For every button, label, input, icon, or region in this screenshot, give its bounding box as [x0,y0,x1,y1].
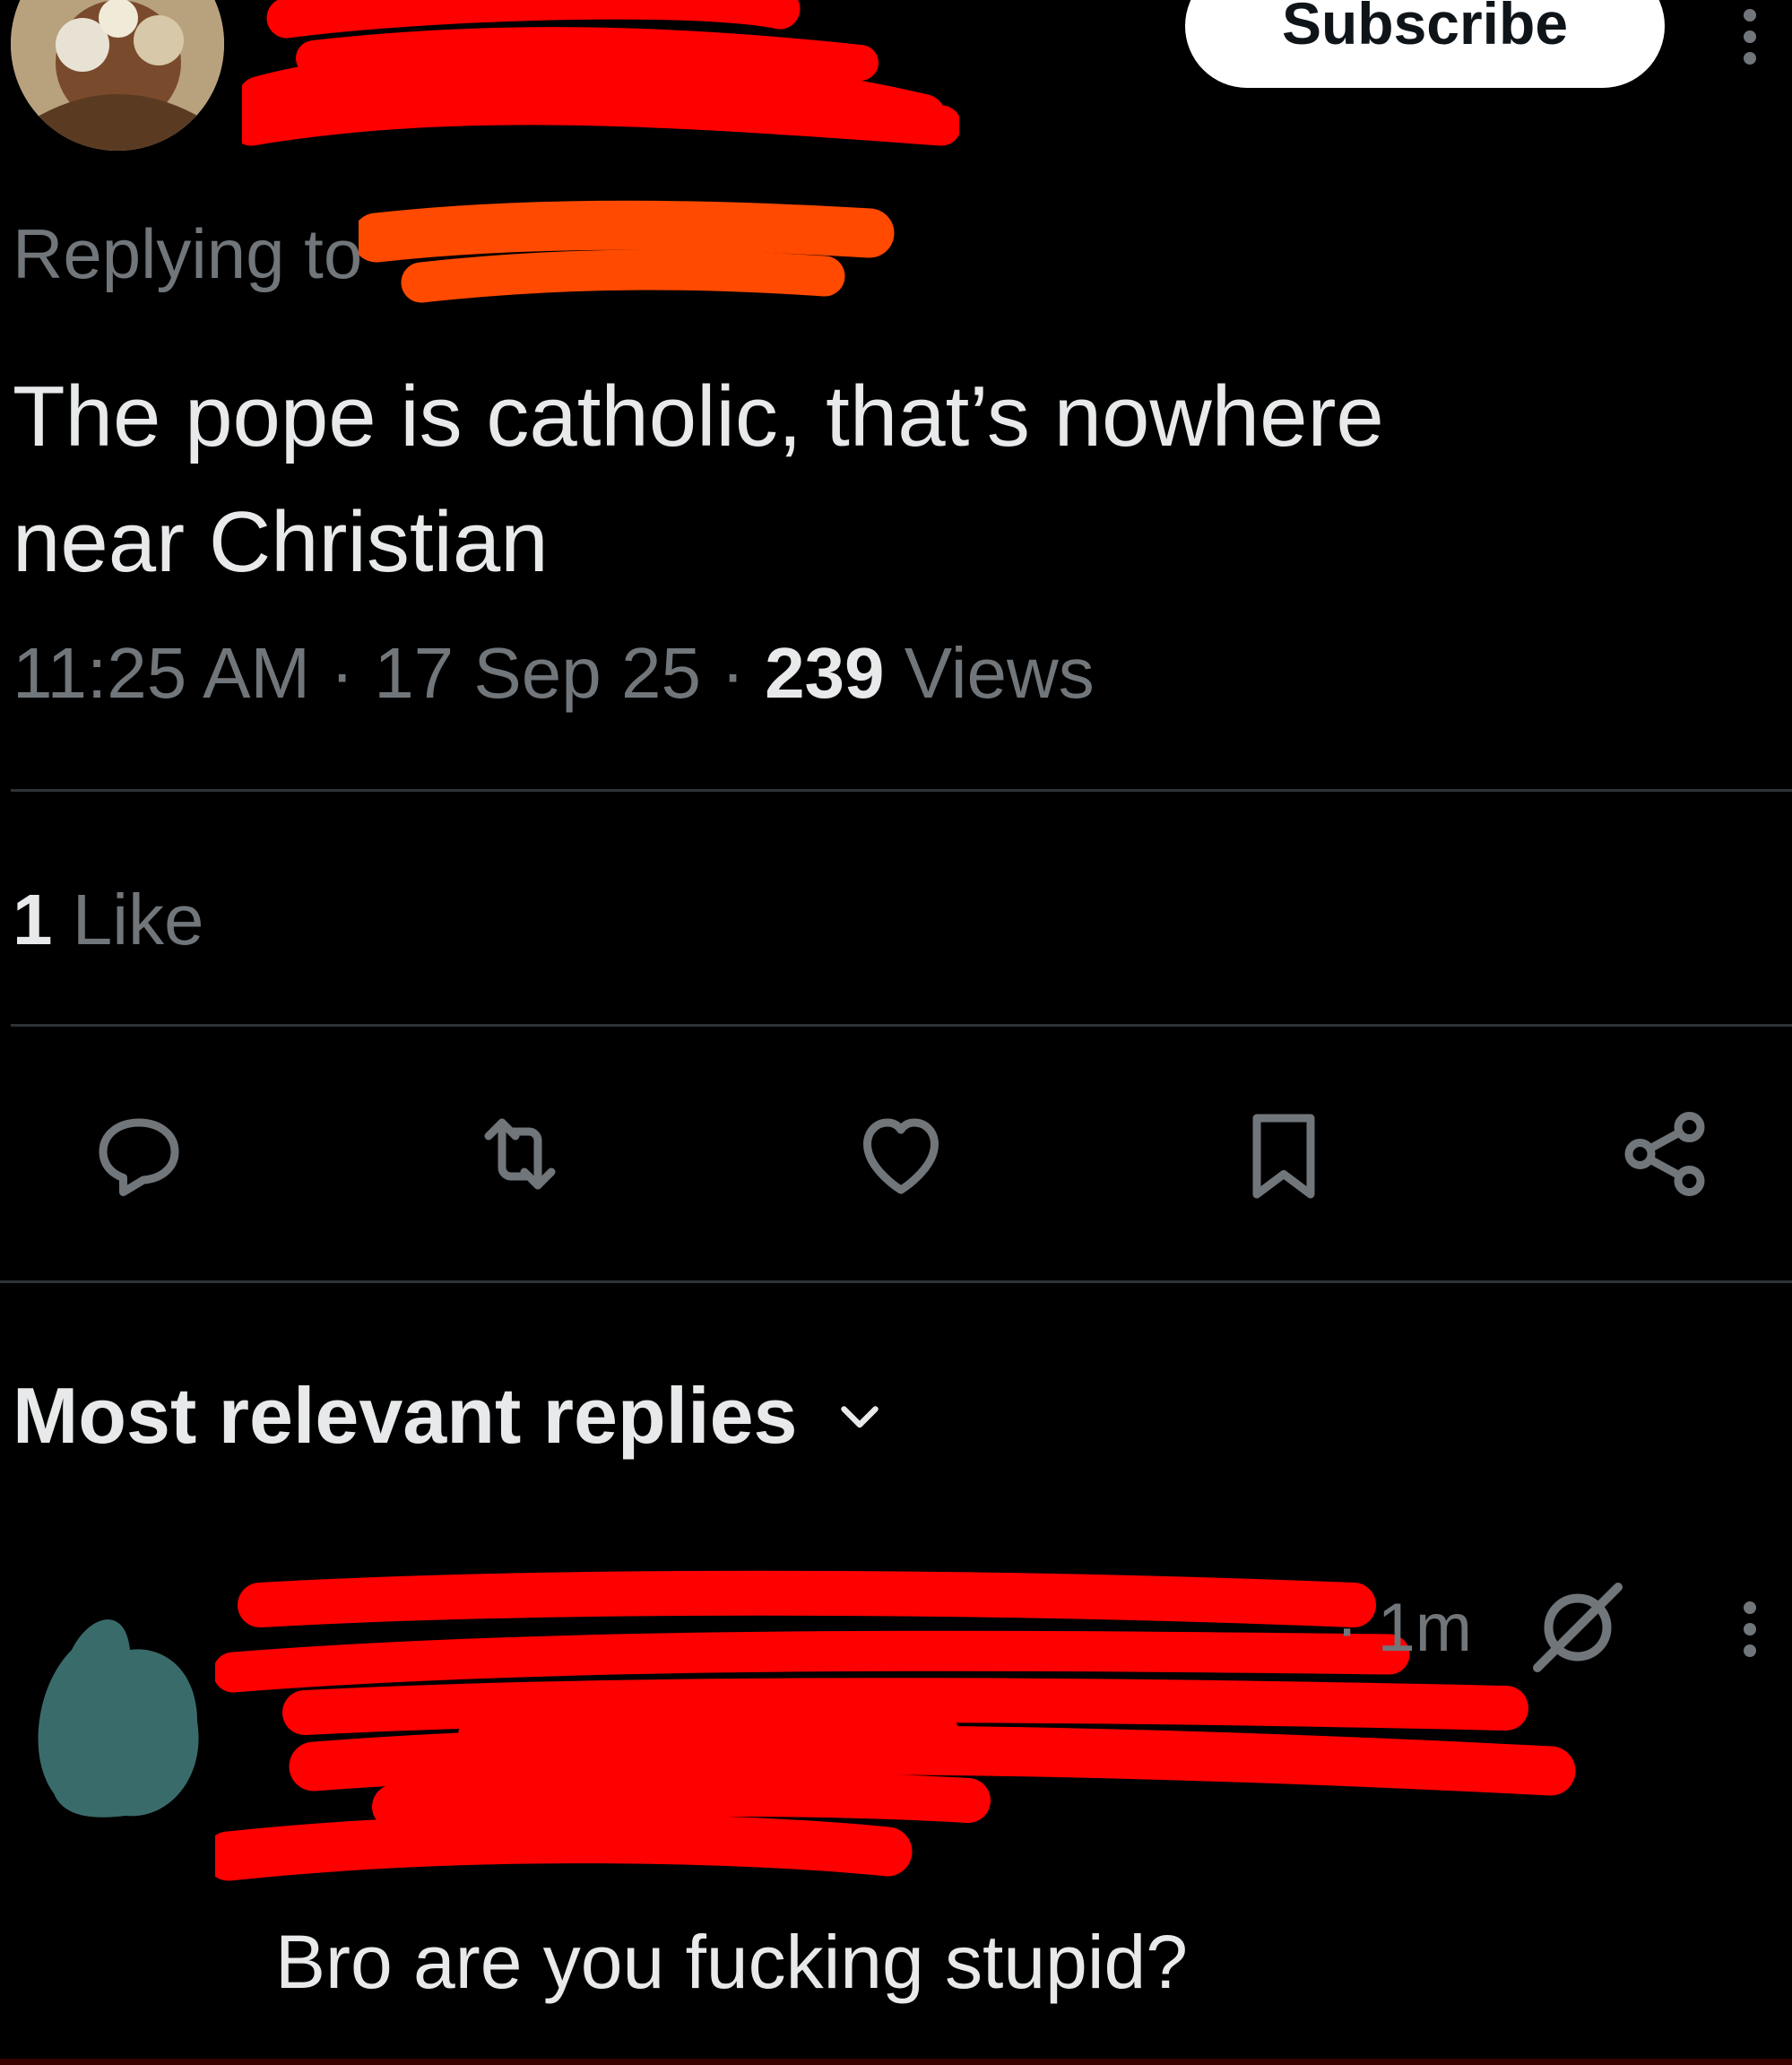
reply-text: Bro are you fucking stupid? [275,1920,1188,2004]
tweet-text-line2: near Christian [13,494,549,590]
tweet-text-line1: The pope is catholic, that’s nowhere [13,369,1384,464]
replying-to-label: Replying to [13,213,362,295]
replies-section-title: Most relevant replies [13,1371,798,1460]
more-options-icon[interactable] [1736,9,1763,65]
share-icon[interactable] [1606,1096,1723,1212]
divider [0,1280,1792,1283]
tweet-meta: 11:25 AM · 17 Sep 25 · 239 Views [13,633,1095,713]
heart-icon[interactable] [843,1096,959,1212]
reply-timestamp: · 1m [1336,1590,1473,1666]
reply-time: 1m [1377,1590,1473,1666]
bottom-edge [0,2059,1792,2065]
bookmark-icon[interactable] [1225,1096,1342,1212]
redacted-reply-handle [359,200,895,303]
redacted-author-name [242,0,959,146]
replying-to-prefix: Replying to [13,214,363,293]
replies-sort-selector[interactable]: Most relevant replies [13,1370,887,1462]
grok-icon[interactable] [1524,1574,1632,1681]
divider [11,789,1792,792]
chevron-down-icon [841,1406,879,1428]
tweet-text: The pope is catholic, that’s nowhere nea… [13,354,1716,605]
views-count: 239 [765,633,885,713]
tweet-time[interactable]: 11:25 AM [13,633,310,713]
reply-more-options-icon[interactable] [1736,1601,1763,1657]
reply-author-avatar[interactable] [27,1596,206,1820]
likes-count: 1 [13,880,53,959]
repost-icon[interactable] [462,1096,578,1212]
likes-label: Like [72,880,204,959]
subscribe-button[interactable]: Subscribe [1185,0,1665,88]
reply-icon[interactable] [81,1096,197,1212]
likes-count-row[interactable]: 1 Like [13,879,204,961]
divider [11,1024,1792,1027]
views-label: Views [904,633,1095,713]
tweet-date[interactable]: 17 Sep 25 [374,633,701,713]
author-avatar[interactable] [11,0,224,151]
